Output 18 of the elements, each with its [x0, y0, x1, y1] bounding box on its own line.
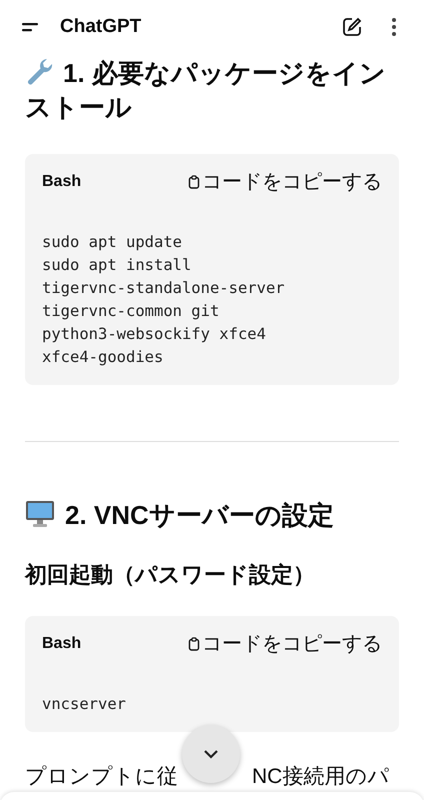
code-text: sudo apt update sudo apt install tigervnc-standalone-server tigervnc-common git python3-websockify xfce4 xfce4-goodies: [42, 232, 286, 368]
copy-code-button[interactable]: コードをコピーする: [188, 630, 382, 657]
section-heading: 2. VNCサーバーの設定: [25, 498, 399, 532]
chevron-down-icon: [202, 748, 220, 760]
clipboard-icon: [188, 174, 200, 188]
wrench-icon: [25, 56, 55, 86]
code-text: vncserver: [42, 694, 127, 715]
edit-icon[interactable]: [340, 15, 364, 39]
paragraph-text: プロンプトに従: [25, 766, 178, 788]
paragraph-text: NC接続用のパ: [252, 766, 390, 788]
section-heading: 1. 必要なパッケージをインストール: [25, 56, 387, 124]
clipboard-icon: [188, 636, 200, 650]
computer-icon: [25, 498, 55, 528]
app-title: ChatGPT: [60, 16, 142, 38]
language-label: Bash: [42, 172, 82, 190]
copy-code-button[interactable]: コードをコピーする: [188, 168, 382, 195]
subheading: 初回起動（パスワード設定）: [25, 561, 316, 589]
language-label: Bash: [42, 634, 82, 652]
